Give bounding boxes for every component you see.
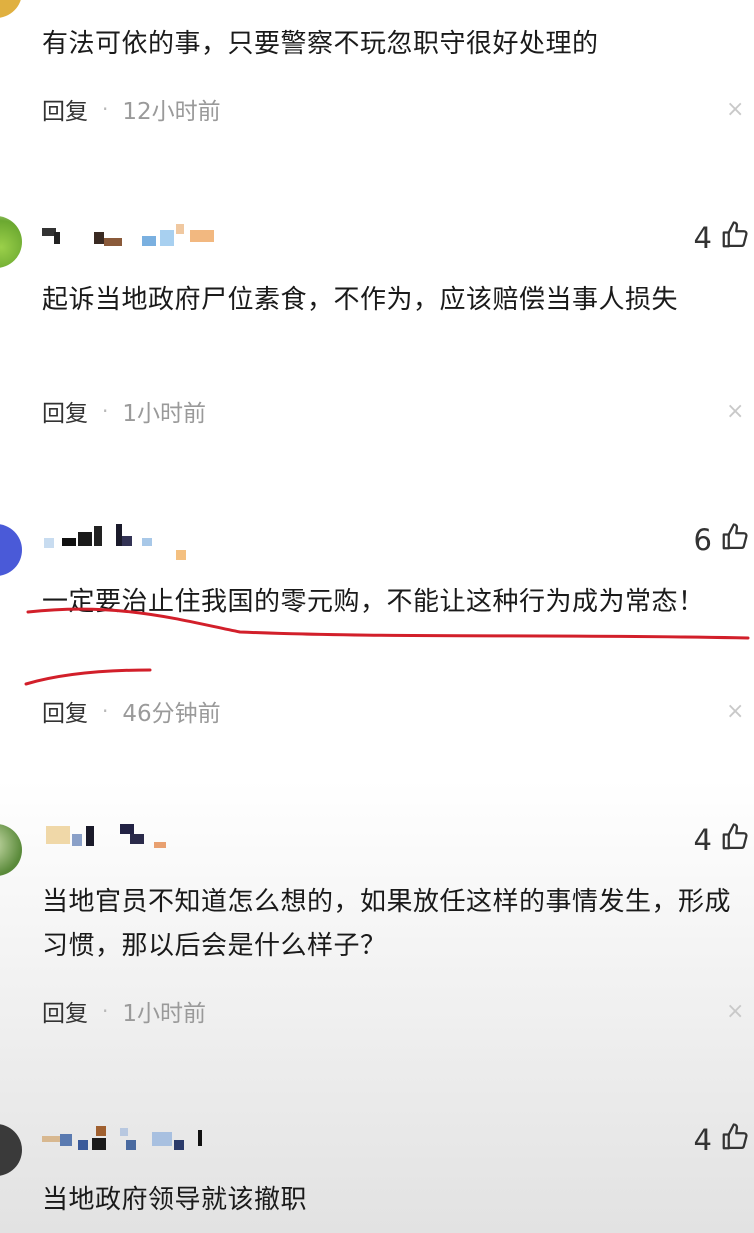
like-count: 4	[693, 221, 712, 255]
avatar[interactable]	[0, 524, 22, 576]
username-pixelated	[42, 1124, 242, 1154]
separator-dot: ·	[102, 999, 109, 1023]
comment-time: 1小时前	[122, 1001, 206, 1027]
reply-button[interactable]: 回复	[42, 694, 88, 728]
avatar[interactable]	[0, 824, 22, 876]
username-pixelated	[42, 222, 242, 252]
comment-time: 46分钟前	[122, 701, 221, 727]
username-pixelated	[42, 822, 242, 852]
comment-text: 有法可依的事，只要警察不玩忽职守很好处理的	[42, 29, 599, 59]
reply-button[interactable]: 回复	[42, 92, 88, 126]
close-icon[interactable]: ×	[726, 401, 746, 423]
thumbs-up-icon[interactable]	[720, 522, 750, 559]
comment-text: 起诉当地政府尸位素食，不作为，应该赔偿当事人损失	[42, 285, 679, 315]
comment-text: 当地官员不知道怎么想的，如果放任这样的事情发生，形成习惯，那以后会是什么样子？	[42, 887, 732, 961]
like-group[interactable]: 4	[694, 220, 750, 256]
thumbs-up-icon[interactable]	[720, 1122, 750, 1159]
reply-button[interactable]: 回复	[42, 394, 88, 428]
separator-dot: ·	[102, 399, 109, 423]
like-group[interactable]: 4	[694, 1122, 750, 1158]
comment-meta: 回复 · 12小时前	[42, 92, 221, 126]
comment-time: 1小时前	[122, 401, 206, 427]
avatar[interactable]	[0, 216, 22, 268]
separator-dot: ·	[102, 97, 109, 121]
comment-meta: 回复 · 46分钟前	[42, 694, 221, 728]
comment-meta: 回复 · 1小时前	[42, 994, 206, 1028]
comment-time: 12小时前	[122, 99, 221, 125]
avatar[interactable]	[0, 0, 22, 18]
username-pixelated	[42, 522, 242, 560]
like-group[interactable]: 6	[694, 522, 750, 558]
like-group[interactable]: 4	[694, 822, 750, 858]
close-icon[interactable]: ×	[726, 701, 746, 723]
thumbs-up-icon[interactable]	[720, 220, 750, 257]
like-count: 6	[693, 523, 712, 557]
avatar[interactable]	[0, 1124, 22, 1176]
comment-text: 当地政府领导就该撤职	[42, 1185, 308, 1215]
thumbs-up-icon[interactable]	[720, 822, 750, 859]
reply-button[interactable]: 回复	[42, 994, 88, 1028]
close-icon[interactable]: ×	[726, 99, 746, 121]
comment-meta: 回复 · 1小时前	[42, 394, 206, 428]
like-count: 4	[693, 1123, 712, 1157]
red-underline-annotation	[24, 607, 750, 686]
separator-dot: ·	[102, 699, 109, 723]
close-icon[interactable]: ×	[726, 1001, 746, 1023]
like-count: 4	[693, 823, 712, 857]
